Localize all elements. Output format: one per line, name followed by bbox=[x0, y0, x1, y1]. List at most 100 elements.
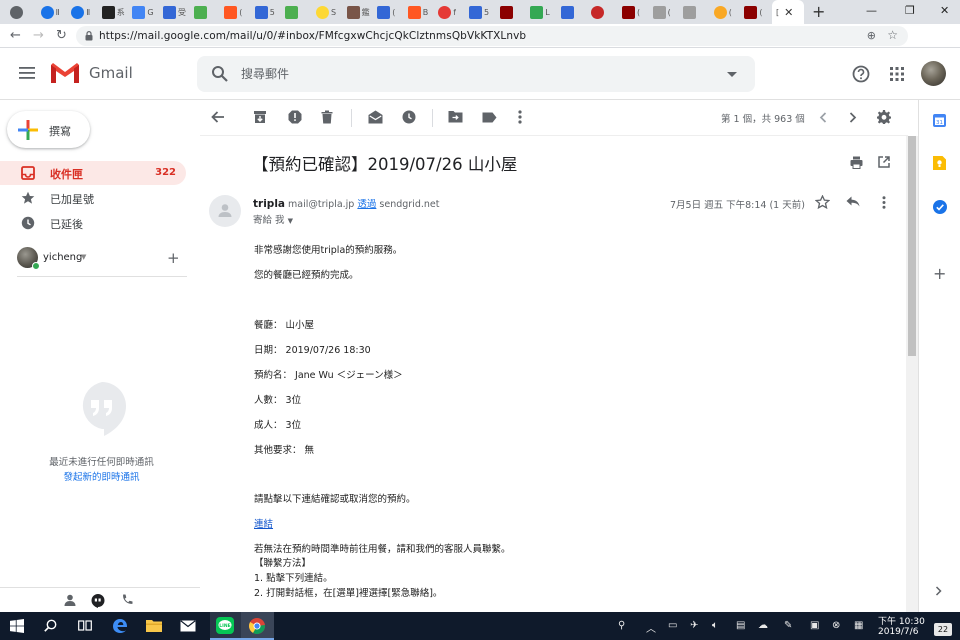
bookmark-star-icon[interactable]: ☆ bbox=[887, 28, 898, 42]
close-tab-icon[interactable]: ✕ bbox=[784, 6, 793, 19]
hangouts-user[interactable]: yicheng ▼ + bbox=[17, 247, 187, 277]
task-view-icon[interactable] bbox=[78, 619, 92, 632]
browser-tab[interactable] bbox=[557, 3, 576, 21]
body-link[interactable]: 連結 bbox=[254, 516, 273, 530]
back-icon[interactable]: ← bbox=[10, 28, 21, 43]
keep-icon[interactable] bbox=[933, 156, 946, 170]
browser-tab[interactable]: 系 bbox=[98, 3, 125, 21]
delete-icon[interactable] bbox=[321, 110, 333, 124]
via-link[interactable]: 透過 bbox=[357, 199, 376, 210]
zoom-icon[interactable]: ⊕ bbox=[867, 29, 876, 42]
onedrive-cloud-icon[interactable]: ☁ bbox=[758, 620, 768, 631]
close-window-icon[interactable]: ✕ bbox=[940, 4, 949, 17]
omnibox[interactable]: https://mail.google.com/mail/u/0/#inbox/… bbox=[76, 26, 908, 46]
url-text[interactable]: https://mail.google.com/mail/u/0/#inbox/… bbox=[99, 30, 526, 42]
browser-tab[interactable]: f bbox=[434, 3, 456, 21]
stop-icon[interactable]: ⊗ bbox=[832, 620, 840, 631]
restore-icon[interactable]: ❐ bbox=[905, 4, 915, 17]
expand-panel-chevron-icon[interactable] bbox=[935, 586, 942, 596]
star-icon[interactable] bbox=[815, 195, 830, 209]
browser-tab[interactable] bbox=[587, 3, 606, 21]
contacts-icon[interactable] bbox=[64, 594, 76, 606]
google-apps-icon[interactable] bbox=[890, 67, 904, 81]
browser-tab[interactable]: 鑑 bbox=[343, 3, 370, 21]
search-icon[interactable] bbox=[44, 619, 57, 632]
back-to-inbox-icon[interactable] bbox=[211, 111, 225, 123]
more-options-icon[interactable] bbox=[518, 110, 522, 124]
new-tab-button[interactable]: + bbox=[812, 2, 825, 21]
browser-tab[interactable]: 受 bbox=[159, 3, 186, 21]
browser-tab-active[interactable]: [ ✕ bbox=[772, 0, 804, 24]
show-hidden-icons-chevron[interactable]: ︿ bbox=[646, 620, 656, 635]
scrollbar-thumb[interactable] bbox=[908, 136, 916, 356]
browser-tab[interactable] bbox=[496, 3, 515, 21]
settings-gear-icon[interactable] bbox=[877, 110, 891, 124]
minimize-icon[interactable]: — bbox=[866, 4, 877, 17]
keyboard-icon[interactable]: ▤ bbox=[736, 620, 745, 631]
network-off-icon[interactable]: ✈ bbox=[690, 620, 698, 631]
people-icon[interactable]: ⚲ bbox=[618, 620, 625, 631]
browser-tab[interactable]: L bbox=[526, 3, 550, 21]
sidebar-item-inbox[interactable]: 收件匣 322 bbox=[0, 161, 186, 185]
print-icon[interactable] bbox=[850, 156, 863, 169]
mark-unread-icon[interactable] bbox=[368, 110, 383, 124]
chevron-down-icon[interactable]: ▼ bbox=[288, 217, 293, 225]
archive-icon[interactable] bbox=[253, 110, 267, 124]
phone-icon[interactable] bbox=[121, 594, 133, 606]
browser-tab[interactable]: 5 bbox=[251, 3, 275, 21]
tasks-icon[interactable] bbox=[933, 200, 947, 214]
search-icon[interactable] bbox=[211, 65, 229, 83]
browser-tab[interactable]: ( bbox=[618, 3, 640, 21]
battery-icon[interactable]: ▭ bbox=[668, 620, 677, 631]
browser-tab[interactable] bbox=[6, 3, 25, 21]
browser-tab[interactable]: Ⅱ bbox=[37, 3, 60, 21]
gmail-logo-icon[interactable] bbox=[50, 62, 80, 84]
older-chevron-icon[interactable] bbox=[849, 112, 857, 123]
browser-tab[interactable]: G bbox=[128, 3, 154, 21]
sender-name[interactable]: tripla bbox=[253, 198, 285, 210]
browser-tab[interactable] bbox=[190, 3, 209, 21]
hangouts-chat-icon[interactable] bbox=[91, 594, 105, 608]
browser-tab[interactable]: S bbox=[312, 3, 336, 21]
label-icon[interactable] bbox=[482, 112, 497, 123]
line-app-taskbar-item[interactable]: LINE bbox=[210, 612, 241, 640]
compose-button[interactable]: 撰寫 bbox=[7, 111, 90, 148]
file-explorer-icon[interactable] bbox=[146, 619, 162, 632]
start-chat-link[interactable]: 發起新的即時通訊 bbox=[0, 469, 203, 483]
recipient-line[interactable]: 寄給 我 ▼ bbox=[253, 212, 293, 226]
chevron-down-icon[interactable]: ▼ bbox=[81, 253, 86, 261]
notification-center-badge[interactable]: 22 bbox=[934, 623, 952, 636]
input-method-icon[interactable]: ▦ bbox=[854, 620, 863, 631]
sidebar-item-snoozed[interactable]: 已延後 bbox=[0, 211, 186, 235]
more-options-icon[interactable] bbox=[882, 196, 886, 209]
volume-icon[interactable]: 🔈︎ bbox=[712, 620, 718, 631]
newer-chevron-icon[interactable] bbox=[819, 112, 827, 123]
forward-icon[interactable]: → bbox=[33, 28, 44, 43]
search-options-icon[interactable] bbox=[727, 72, 737, 77]
clock-time[interactable]: 下午 10:30 bbox=[878, 614, 925, 627]
browser-tab[interactable]: ( bbox=[710, 3, 732, 21]
mail-app-icon[interactable] bbox=[180, 620, 196, 632]
browser-tab[interactable]: ( bbox=[649, 3, 671, 21]
calendar-icon[interactable]: 31 bbox=[933, 114, 946, 127]
account-avatar[interactable] bbox=[921, 61, 946, 86]
windows-start-icon[interactable] bbox=[10, 619, 24, 633]
reload-icon[interactable]: ↻ bbox=[56, 28, 67, 43]
search-bar[interactable] bbox=[197, 56, 755, 92]
edge-browser-icon[interactable] bbox=[112, 618, 128, 634]
help-icon[interactable] bbox=[852, 65, 870, 83]
tray-app-icon[interactable]: ▣ bbox=[810, 620, 819, 631]
browser-tab[interactable]: ( bbox=[740, 3, 763, 21]
open-new-window-icon[interactable] bbox=[878, 156, 890, 168]
browser-tab[interactable]: ( bbox=[220, 3, 242, 21]
move-to-icon[interactable] bbox=[448, 110, 463, 123]
snooze-icon[interactable] bbox=[402, 110, 416, 124]
sidebar-item-starred[interactable]: 已加星號 bbox=[0, 186, 186, 210]
browser-tab[interactable]: Ⅱ bbox=[67, 3, 90, 21]
sender-avatar[interactable] bbox=[209, 195, 241, 227]
reply-icon[interactable] bbox=[846, 196, 860, 207]
hangouts-user-name[interactable]: yicheng bbox=[43, 252, 82, 263]
clock-date[interactable]: 2019/7/6 bbox=[878, 627, 918, 637]
report-spam-icon[interactable] bbox=[288, 110, 302, 124]
pen-icon[interactable]: ✎ bbox=[784, 620, 792, 631]
